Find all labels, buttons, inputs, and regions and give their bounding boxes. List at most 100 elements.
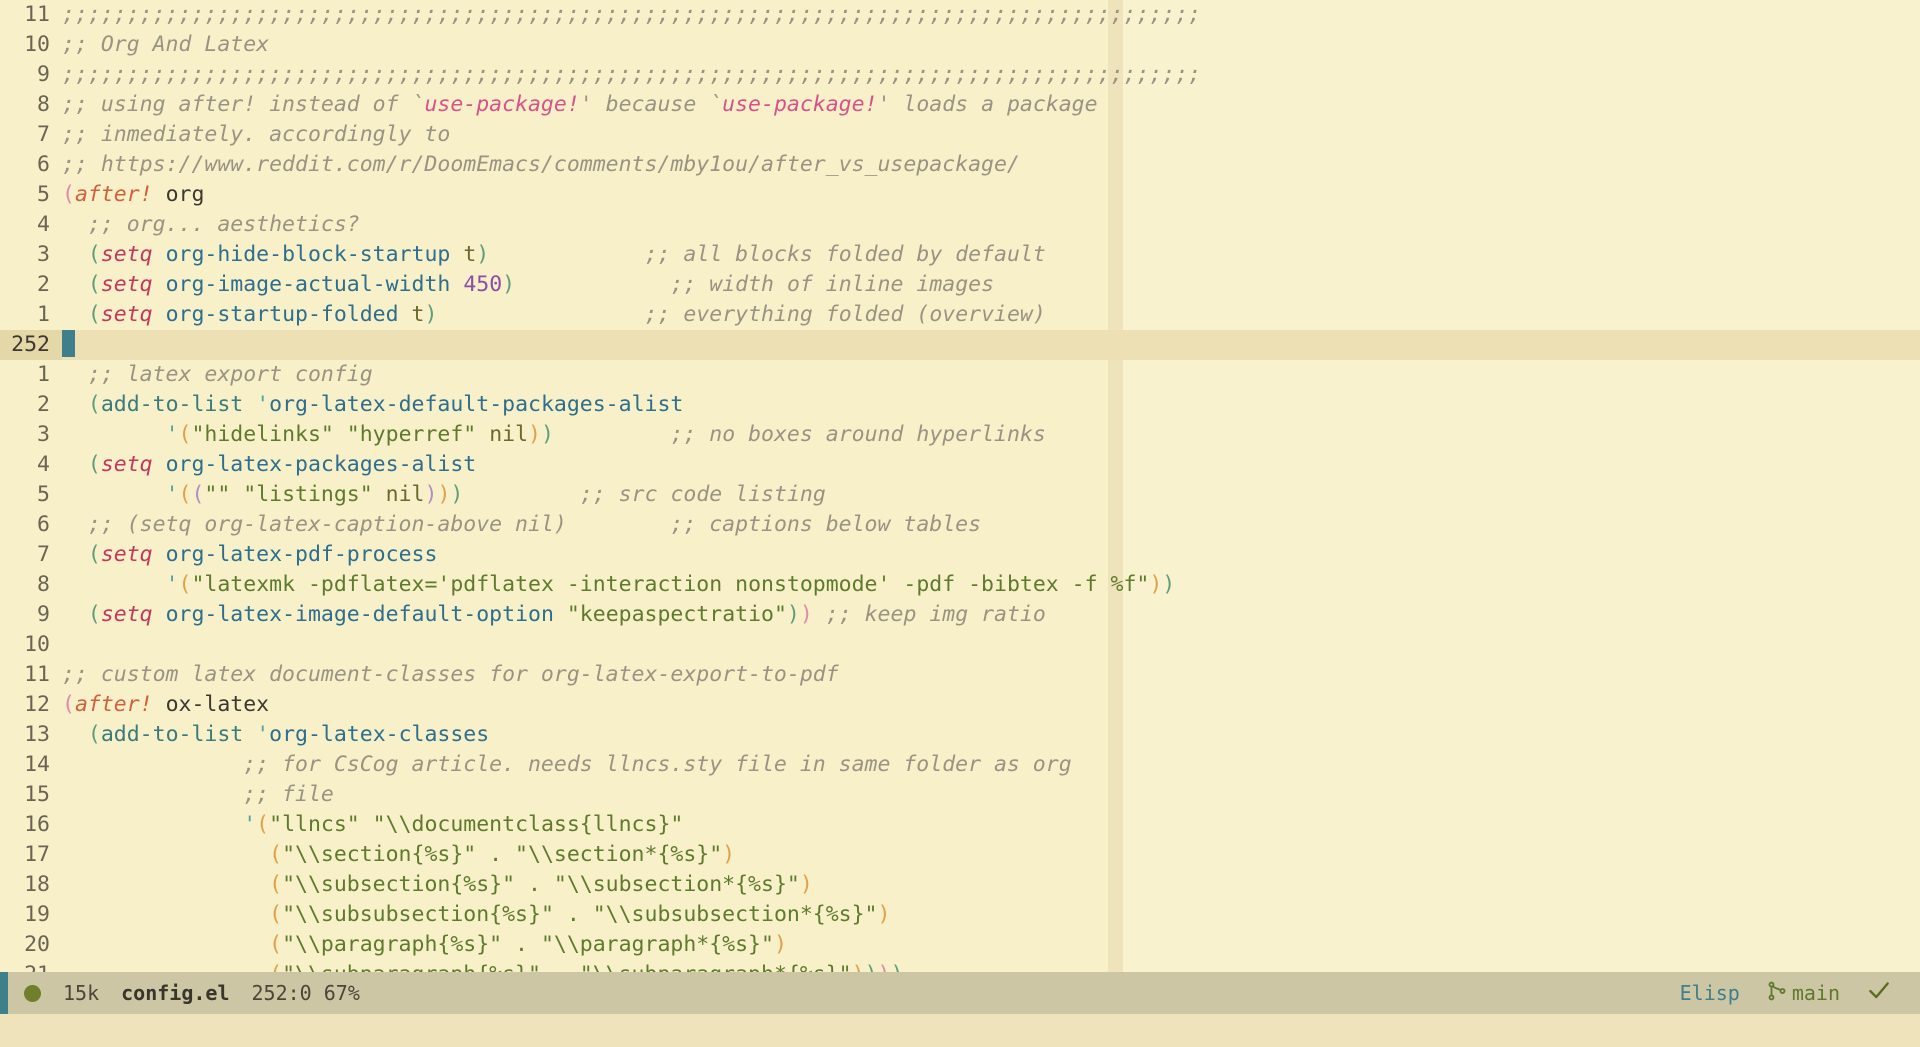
code-token: after! <box>74 692 153 717</box>
buffer-name[interactable]: config.el <box>121 981 229 1005</box>
code-line[interactable]: 17 ("\\section{%s}" . "\\section*{%s}") <box>0 840 1123 870</box>
code-line[interactable]: 5 '(("" "listings" nil))) ;; src code li… <box>0 480 1123 510</box>
code-token: ox-latex <box>152 692 270 717</box>
code-text: ;; org... aesthetics? <box>62 210 360 240</box>
code-text: ;; inmediately. accordingly to <box>62 120 450 150</box>
code-token: ( <box>87 392 101 417</box>
code-line[interactable]: 2 (add-to-list 'org-latex-default-packag… <box>0 390 1123 420</box>
code-token: ( <box>87 722 101 747</box>
code-token: ( <box>87 452 101 477</box>
check-icon[interactable] <box>1866 977 1892 1009</box>
code-line[interactable]: 11;;;;;;;;;;;;;;;;;;;;;;;;;;;;;;;;;;;;;;… <box>0 0 1201 30</box>
code-token: ' <box>256 392 270 417</box>
code-text: ;; custom latex document-classes for org… <box>62 660 839 690</box>
code-token: nil <box>385 482 425 507</box>
line-number: 1 <box>37 302 50 327</box>
code-line[interactable]: 18 ("\\subsection{%s}" . "\\subsection*{… <box>0 870 1123 900</box>
line-number: 11 <box>24 662 50 687</box>
vcs-status[interactable]: main <box>1766 980 1840 1007</box>
code-token: ;; width of inline images <box>670 272 995 297</box>
code-line-current[interactable]: 252 <box>0 330 1920 360</box>
code-line[interactable]: 8;; using after! instead of `use-package… <box>0 90 1123 120</box>
code-line[interactable]: 4 (setq org-latex-packages-alist <box>0 450 1123 480</box>
code-text: '("latexmk -pdflatex='pdflatex -interact… <box>62 570 1176 600</box>
code-line[interactable]: 11 ;; custom latex document-classes for o… <box>0 660 1123 690</box>
code-line[interactable]: 7 ;; inmediately. accordingly to <box>0 120 1123 150</box>
code-text: ;; (setq org-latex-caption-above nil) ;;… <box>62 510 981 540</box>
code-line[interactable]: 2 (setq org-image-actual-width 450) ;; w… <box>0 270 1123 300</box>
line-number: 10 <box>24 32 50 57</box>
line-number: 6 <box>37 152 50 177</box>
code-line[interactable]: 1 ;; latex export config <box>0 360 1123 390</box>
code-line[interactable]: 9;;;;;;;;;;;;;;;;;;;;;;;;;;;;;;;;;;;;;;;… <box>0 60 1201 90</box>
code-line[interactable]: 21 ("\\subparagraph{%s}" . "\\subparagra… <box>0 960 1123 972</box>
code-token: org-image-actual-width <box>165 272 451 297</box>
code-token: ( <box>62 692 75 717</box>
code-line[interactable]: 7 (setq org-latex-pdf-process <box>0 540 1123 570</box>
code-token: org-latex-classes <box>269 722 490 747</box>
code-token: ( <box>87 242 101 267</box>
editor-viewport[interactable]: 11;;;;;;;;;;;;;;;;;;;;;;;;;;;;;;;;;;;;;;… <box>0 0 1920 972</box>
code-token: ' <box>165 482 179 507</box>
code-text: '(("" "listings" nil))) ;; src code list… <box>62 480 826 510</box>
major-mode-label[interactable]: Elisp <box>1680 981 1740 1005</box>
code-token: ) <box>877 902 891 927</box>
line-number: 11 <box>24 2 50 27</box>
code-token: after! <box>74 182 153 207</box>
line-number: 3 <box>37 422 50 447</box>
code-text: (add-to-list 'org-latex-default-packages… <box>62 390 683 420</box>
code-line[interactable]: 15 ;; file <box>0 780 1123 810</box>
code-line[interactable]: 6 ;; https://www.reddit.com/r/DoomEmacs/c… <box>0 150 1123 180</box>
code-text: ("\\subparagraph{%s}" . "\\subparagraph*… <box>62 960 903 972</box>
code-text: ;; for CsCog article. needs llncs.sty fi… <box>62 750 1071 780</box>
code-token: ) <box>540 422 554 447</box>
code-token: ;; everything folded (overview) <box>644 302 1046 327</box>
code-token: ) <box>528 422 541 447</box>
code-token: ;; https://www.reddit.com/r/DoomEmacs/co… <box>62 152 1020 177</box>
code-token: "\\section{%s}" . "\\section*{%s}" <box>282 842 723 867</box>
code-token: ( <box>269 872 283 897</box>
code-buffer[interactable]: 11;;;;;;;;;;;;;;;;;;;;;;;;;;;;;;;;;;;;;;… <box>0 0 1920 972</box>
code-line[interactable]: 9 (setq org-latex-image-default-option "… <box>0 600 1123 630</box>
code-line[interactable]: 1 (setq org-startup-folded t) ;; everyth… <box>0 300 1123 330</box>
code-line[interactable]: 3 '("hidelinks" "hyperref" nil)) ;; no b… <box>0 420 1123 450</box>
code-text: '("llncs" "\\documentclass{llncs}" <box>62 810 683 840</box>
line-number: 7 <box>37 542 50 567</box>
echo-area[interactable] <box>0 1014 1920 1047</box>
code-token: ;; keep img ratio <box>825 602 1046 627</box>
code-token: ' <box>243 812 257 837</box>
code-line[interactable]: 4 ;; org... aesthetics? <box>0 210 1123 240</box>
line-number: 16 <box>24 812 50 837</box>
code-line[interactable]: 16 '("llncs" "\\documentclass{llncs}" <box>0 810 1123 840</box>
code-line[interactable]: 20 ("\\paragraph{%s}" . "\\paragraph*{%s… <box>0 930 1123 960</box>
code-token: ( <box>269 902 283 927</box>
code-token: ) <box>865 962 878 972</box>
code-token: ;; (setq org-latex-caption-above nil) <box>62 512 567 537</box>
code-token: ( <box>87 602 101 627</box>
modeline: 15k config.el 252:0 67% Elisp main <box>0 972 1920 1014</box>
code-line[interactable]: 5 (after! org <box>0 180 1123 210</box>
code-line[interactable]: 13 (add-to-list 'org-latex-classes <box>0 720 1123 750</box>
code-line[interactable]: 8 '("latexmk -pdflatex='pdflatex -intera… <box>0 570 1175 600</box>
code-token: org-latex-pdf-process <box>165 542 438 567</box>
code-line[interactable]: 10 ;; Org And Latex <box>0 30 1123 60</box>
vcs-branch-label: main <box>1791 981 1840 1005</box>
code-line[interactable]: 12 (after! ox-latex <box>0 690 1123 720</box>
code-line[interactable]: 14 ;; for CsCog article. needs llncs.sty… <box>0 750 1123 780</box>
code-line[interactable]: 10 <box>0 630 1123 660</box>
code-token: ( <box>269 932 283 957</box>
code-line[interactable]: 3 (setq org-hide-block-startup t) ;; all… <box>0 240 1123 270</box>
code-token: setq <box>100 272 153 297</box>
code-line[interactable]: 6 ;; (setq org-latex-caption-above nil) … <box>0 510 1123 540</box>
code-line[interactable]: 19 ("\\subsubsection{%s}" . "\\subsubsec… <box>0 900 1123 930</box>
